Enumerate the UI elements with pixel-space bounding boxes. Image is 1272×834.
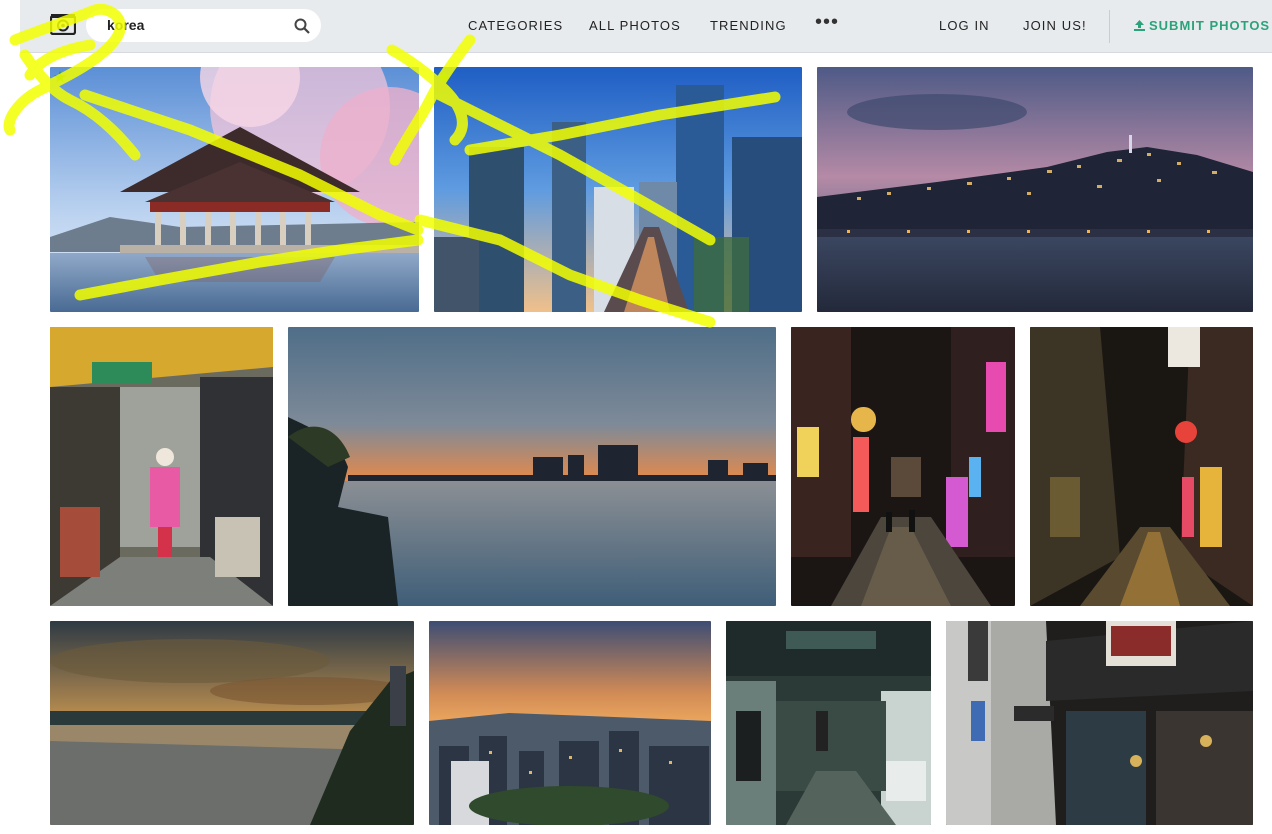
search-icon[interactable]: [294, 18, 310, 34]
upload-icon: [1134, 20, 1145, 31]
join-link[interactable]: JOIN US!: [1023, 18, 1087, 33]
photo-image: [946, 621, 1253, 825]
photo-fish-market[interactable]: [726, 621, 931, 825]
more-menu-icon[interactable]: •••: [815, 11, 839, 34]
submit-photos-label: SUBMIT PHOTOS: [1149, 18, 1271, 33]
photo-image: [817, 67, 1253, 312]
nav-trending[interactable]: TRENDING: [710, 18, 787, 33]
submit-photos-button[interactable]: SUBMIT PHOTOS: [1134, 18, 1270, 33]
camera-icon[interactable]: [50, 13, 76, 35]
search-input[interactable]: korea: [107, 17, 144, 33]
photo-image: [429, 621, 711, 825]
photo-image: [50, 327, 273, 606]
photo-image: [50, 67, 419, 312]
nav-categories[interactable]: CATEGORIES: [468, 18, 563, 33]
photo-hillside-city-night[interactable]: [817, 67, 1253, 312]
photo-image: [50, 621, 414, 825]
photo-gyeongbokgung-pavilion[interactable]: [50, 67, 419, 312]
nav-all-photos[interactable]: ALL PHOTOS: [589, 18, 681, 33]
featured-star-icon: [438, 71, 450, 83]
photo-neon-street-night[interactable]: [791, 327, 1015, 606]
top-navigation-bar: korea CATEGORIES ALL PHOTOS TRENDING •••…: [20, 0, 1272, 53]
photo-seoul-skyscrapers[interactable]: [434, 67, 802, 312]
photo-image: [288, 327, 776, 606]
photo-shopfront-street[interactable]: [946, 621, 1253, 825]
photo-city-skyline-dusk[interactable]: [429, 621, 711, 825]
photo-image: [434, 67, 802, 312]
photo-han-river-sunset[interactable]: [288, 327, 776, 606]
photo-image: [1030, 327, 1253, 606]
photo-market-alley[interactable]: [50, 327, 273, 606]
photo-image: [726, 621, 931, 825]
featured-star-icon: [54, 71, 66, 83]
page-margin: [0, 0, 20, 52]
search-box[interactable]: korea: [86, 9, 321, 42]
nav-divider: [1109, 10, 1110, 43]
photo-river-sunset-cloudy[interactable]: [50, 621, 414, 825]
photo-image: [791, 327, 1015, 606]
photo-wet-alley-night[interactable]: [1030, 327, 1253, 606]
login-link[interactable]: LOG IN: [939, 18, 990, 33]
